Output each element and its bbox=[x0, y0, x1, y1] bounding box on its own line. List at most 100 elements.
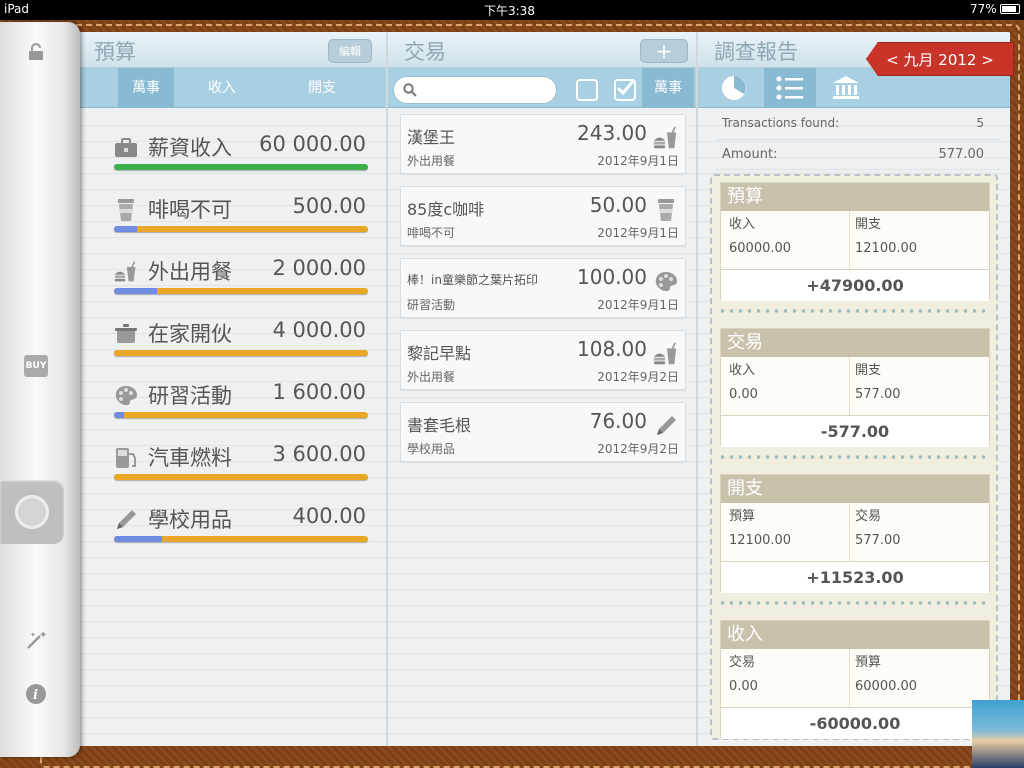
found-label: Transactions found: bbox=[722, 116, 840, 130]
budget-tabs: 萬事 收入 開支 bbox=[78, 68, 386, 108]
svg-text:✦: ✦ bbox=[39, 630, 47, 641]
budget-progress-fill bbox=[114, 412, 125, 418]
transaction-category: 外出用餐 bbox=[407, 154, 456, 168]
briefcase-icon bbox=[114, 136, 138, 160]
transaction-date: 2012年9月1日 bbox=[597, 154, 679, 168]
summary-card: 預算 收入 開支 60000.00 12100.00 +47900.00 bbox=[720, 182, 990, 301]
budget-item-name: 在家開伙 bbox=[148, 322, 232, 346]
summary-card: 收入 交易 預算 0.00 60000.00 -60000.00 bbox=[720, 620, 990, 739]
budget-item[interactable]: 研習活動 1 600.00 bbox=[114, 376, 368, 418]
divider bbox=[716, 169, 1000, 170]
budget-item-name: 外出用餐 bbox=[148, 260, 232, 284]
summary-total: +47900.00 bbox=[721, 269, 989, 301]
budget-item[interactable]: 啡喝不可 500.00 bbox=[114, 190, 368, 232]
buy-button[interactable]: BUY bbox=[24, 355, 48, 377]
camera-preview bbox=[972, 700, 1024, 768]
summary-value: 12100.00 bbox=[729, 533, 792, 548]
budget-item-amount: 400.00 bbox=[292, 504, 366, 528]
search-icon bbox=[403, 83, 417, 97]
perforation bbox=[718, 600, 990, 606]
summary-value: 60000.00 bbox=[729, 241, 792, 256]
tab-bank[interactable] bbox=[820, 68, 872, 108]
divider bbox=[849, 649, 850, 707]
summary-card-title: 交易 bbox=[721, 329, 989, 357]
summary-card: 交易 收入 開支 0.00 577.00 -577.00 bbox=[720, 328, 990, 447]
budget-item-amount: 2 000.00 bbox=[272, 256, 366, 280]
budget-item[interactable]: 汽車燃料 3 600.00 bbox=[114, 438, 368, 480]
unchecked-filter-icon[interactable] bbox=[576, 79, 598, 101]
budget-item[interactable]: 學校用品 400.00 bbox=[114, 500, 368, 542]
summary-label: 開支 bbox=[855, 217, 882, 232]
transaction-amount: 108.00 bbox=[577, 337, 647, 361]
transaction-category: 外出用餐 bbox=[407, 370, 456, 384]
palette-icon bbox=[653, 269, 679, 295]
fuel-pump-icon bbox=[114, 446, 138, 470]
column-divider bbox=[386, 32, 388, 746]
summary-label: 預算 bbox=[729, 509, 756, 524]
status-bar: iPad 下午3:38 77% bbox=[0, 0, 1024, 20]
fast-food-icon bbox=[653, 341, 679, 367]
tab-income[interactable]: 收入 bbox=[194, 68, 250, 108]
transaction-name: 黎記早點 bbox=[407, 344, 472, 363]
bank-icon bbox=[833, 76, 859, 99]
summary-card-title: 收入 bbox=[721, 621, 989, 649]
summary-card-title: 預算 bbox=[721, 183, 989, 211]
budget-progress-bar bbox=[114, 288, 368, 294]
tab-all[interactable]: 萬事 bbox=[118, 68, 174, 108]
month-selector[interactable]: < 九月 2012 > bbox=[866, 42, 1014, 76]
transaction-card[interactable]: 黎記早點 108.00 外出用餐 2012年9月2日 bbox=[400, 330, 686, 390]
cooking-pot-icon bbox=[114, 322, 138, 346]
magic-wand-icon[interactable]: ✦ ✦ bbox=[24, 628, 48, 652]
clock: 下午3:38 bbox=[484, 4, 535, 18]
checked-filter-icon[interactable] bbox=[614, 79, 636, 101]
battery-percent: 77% bbox=[970, 2, 997, 16]
budget-item-amount: 4 000.00 bbox=[272, 318, 366, 342]
summary-total: -577.00 bbox=[721, 415, 989, 447]
fast-food-icon bbox=[653, 125, 679, 151]
summary-label: 開支 bbox=[855, 363, 882, 378]
transaction-category: 學校用品 bbox=[407, 442, 456, 456]
budget-item[interactable]: 外出用餐 2 000.00 bbox=[114, 252, 368, 294]
filter-all[interactable]: 萬事 bbox=[642, 68, 694, 108]
fast-food-icon bbox=[114, 260, 138, 284]
found-value: 5 bbox=[976, 116, 984, 130]
summary-label: 收入 bbox=[729, 363, 756, 378]
summary-total: -60000.00 bbox=[721, 707, 989, 739]
summary-total: +11523.00 bbox=[721, 561, 989, 593]
divider bbox=[849, 503, 850, 561]
tab-list[interactable] bbox=[764, 68, 816, 108]
budget-progress-bar bbox=[114, 226, 368, 232]
divider bbox=[849, 357, 850, 415]
transaction-date: 2012年9月1日 bbox=[597, 298, 679, 312]
edit-button[interactable]: 編輯 bbox=[328, 39, 372, 63]
summary-value: 577.00 bbox=[855, 387, 901, 402]
transaction-amount: 50.00 bbox=[589, 193, 647, 217]
summary-label: 收入 bbox=[729, 217, 756, 232]
budget-progress-bar bbox=[114, 536, 368, 542]
tab-expense[interactable]: 開支 bbox=[294, 68, 350, 108]
summary-label: 交易 bbox=[729, 655, 756, 670]
transaction-card[interactable]: 棒！in童樂節之葉片拓印 100.00 研習活動 2012年9月1日 bbox=[400, 258, 686, 318]
coffee-cup-icon bbox=[114, 198, 138, 222]
transaction-name: 85度c咖啡 bbox=[407, 200, 485, 219]
budget-item[interactable]: 薪資收入 60 000.00 bbox=[114, 128, 368, 170]
transaction-category: 研習活動 bbox=[407, 298, 456, 312]
budget-title: 預算 bbox=[94, 40, 136, 64]
add-button[interactable]: + bbox=[640, 39, 688, 63]
battery-icon bbox=[1000, 4, 1020, 14]
transaction-card[interactable]: 85度c咖啡 50.00 啡喝不可 2012年9月1日 bbox=[400, 186, 686, 246]
perforation bbox=[718, 308, 990, 314]
pencil-icon bbox=[653, 413, 679, 439]
budget-header: 預算 編輯 bbox=[78, 32, 386, 68]
transaction-card[interactable]: 漢堡王 243.00 外出用餐 2012年9月1日 bbox=[400, 114, 686, 174]
info-icon[interactable]: i bbox=[24, 682, 48, 706]
transaction-card[interactable]: 書套毛根 76.00 學校用品 2012年9月2日 bbox=[400, 402, 686, 462]
assistive-touch-button[interactable] bbox=[0, 480, 64, 544]
transaction-name: 書套毛根 bbox=[407, 416, 472, 435]
lock-icon[interactable] bbox=[24, 40, 48, 64]
budget-progress-bar bbox=[114, 412, 368, 418]
search-input[interactable] bbox=[393, 76, 557, 104]
budget-item[interactable]: 在家開伙 4 000.00 bbox=[114, 314, 368, 356]
tab-pie-chart[interactable] bbox=[708, 68, 760, 108]
transaction-amount: 100.00 bbox=[577, 265, 647, 289]
